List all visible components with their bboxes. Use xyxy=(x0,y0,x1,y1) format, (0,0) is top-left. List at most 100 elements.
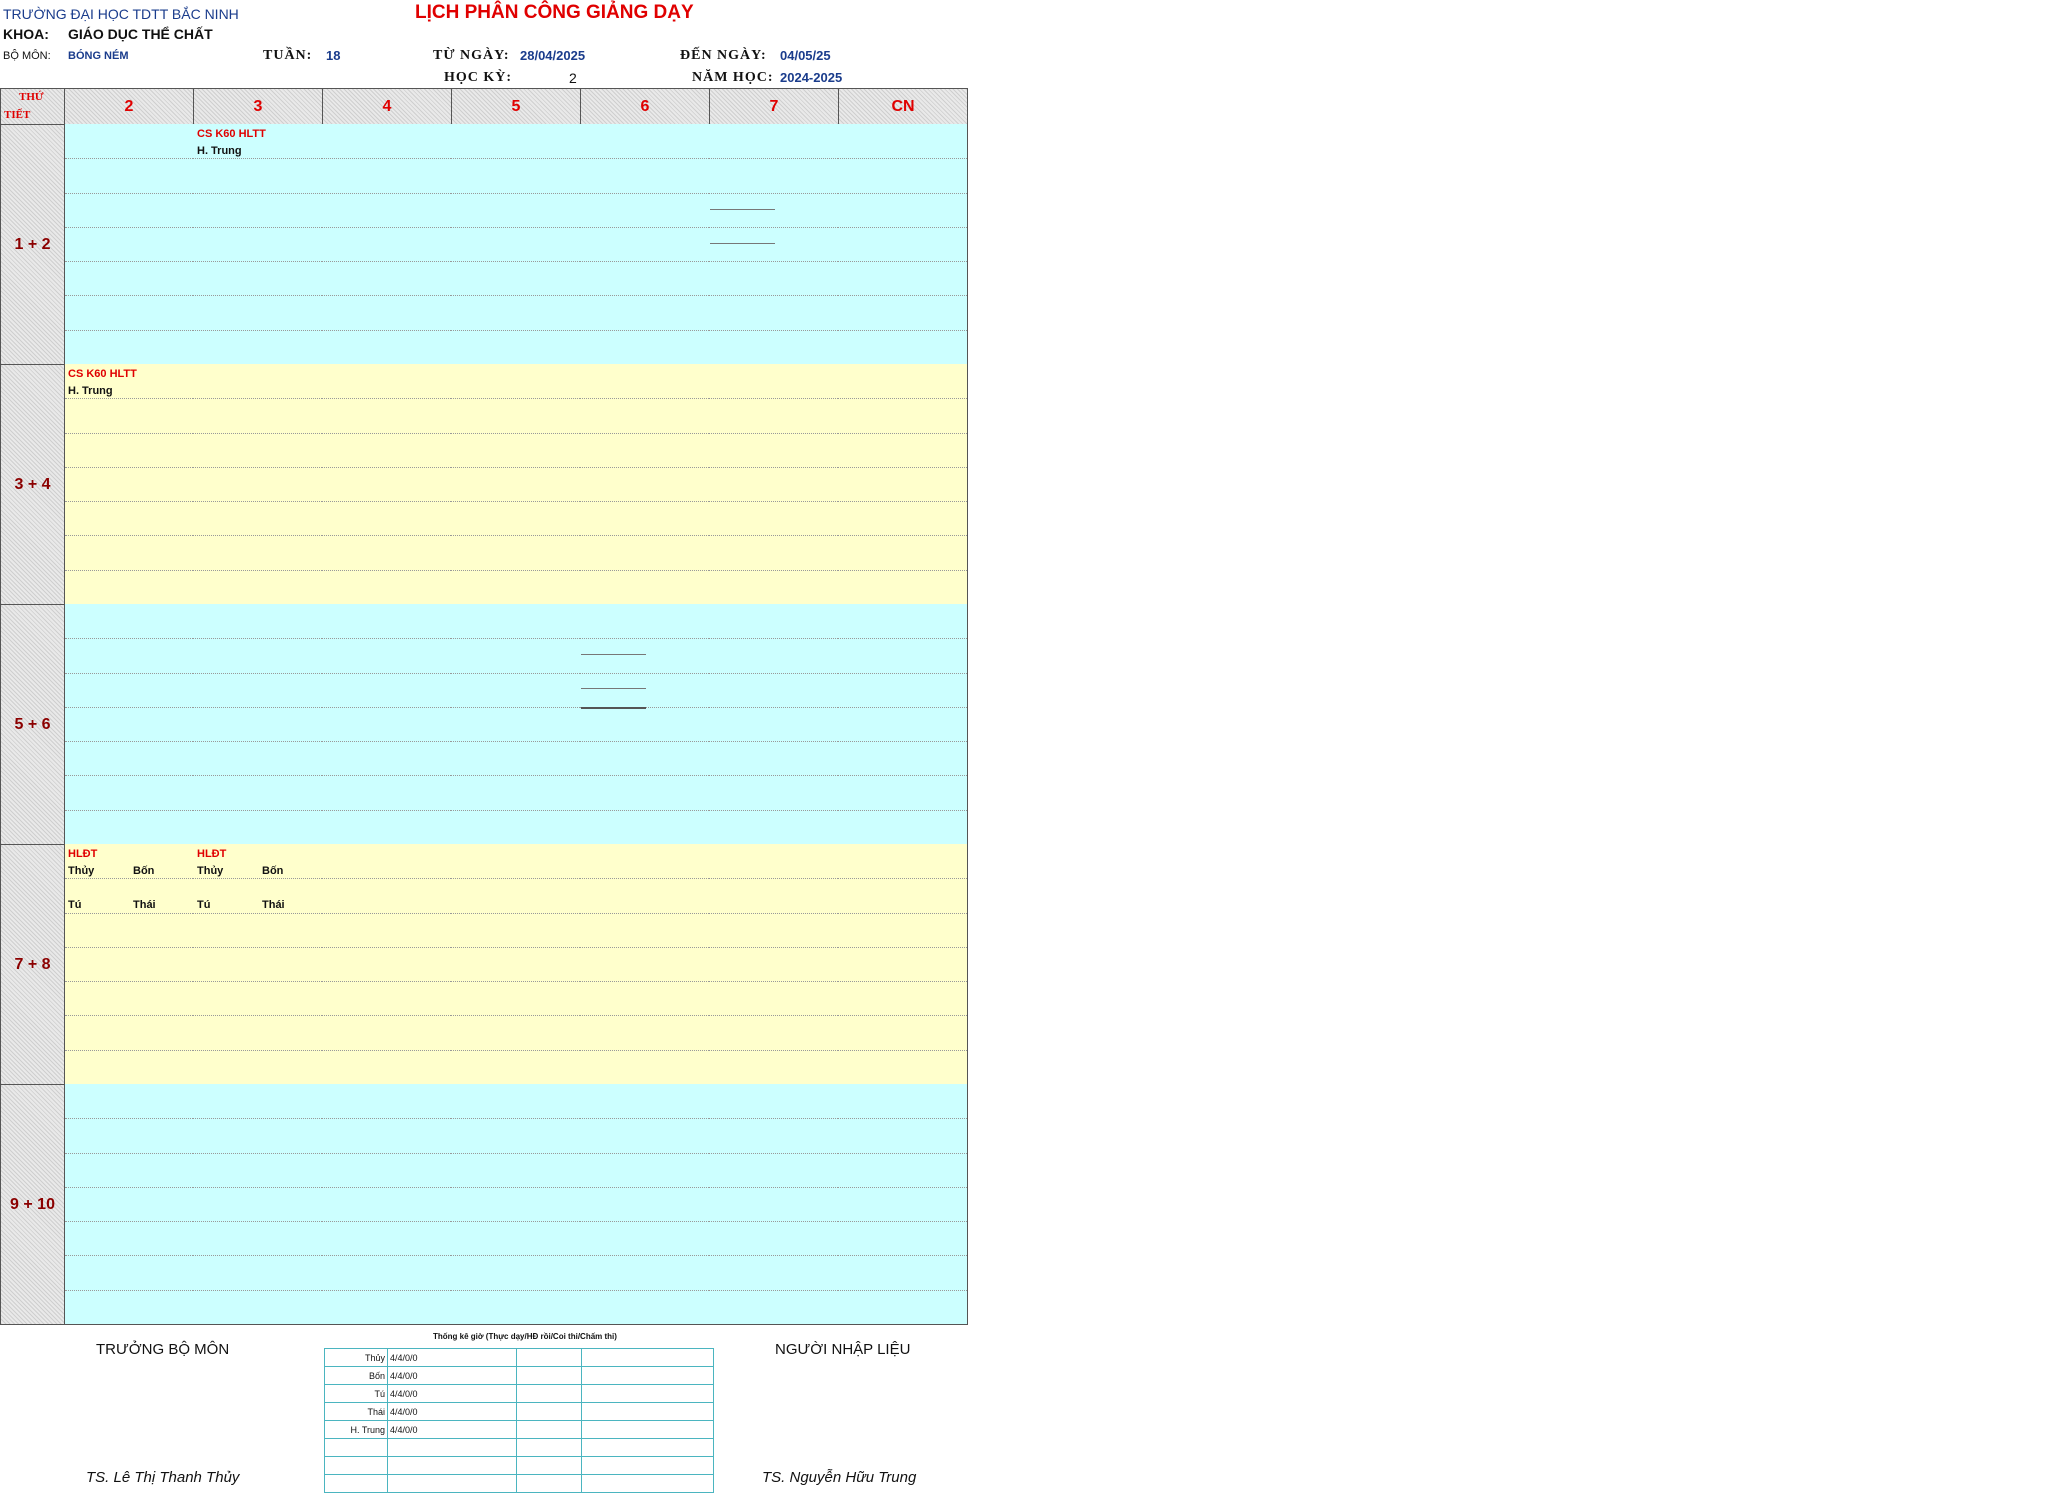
cell-subline xyxy=(580,672,709,674)
schedule-cell[interactable] xyxy=(580,364,710,605)
schedule-cell[interactable] xyxy=(64,1084,194,1325)
schedule-cell[interactable] xyxy=(709,364,839,605)
corner-cell: THỨ TIẾT xyxy=(0,88,65,125)
period-label-9-10: 9 + 10 xyxy=(0,1084,65,1325)
cell-subline xyxy=(451,672,580,674)
schedule-cell[interactable] xyxy=(838,1084,968,1325)
cell-subline xyxy=(193,1152,322,1154)
schedule-cell[interactable] xyxy=(322,1084,452,1325)
schedule-cell[interactable] xyxy=(322,844,452,1085)
schedule-cell[interactable] xyxy=(64,364,194,605)
cell-subline xyxy=(451,432,580,434)
schedule-cell[interactable] xyxy=(709,124,839,365)
cell-subline xyxy=(193,1255,322,1257)
schedule-cell[interactable] xyxy=(838,844,968,1085)
stats-name: Thủy xyxy=(324,1348,388,1367)
schedule-cell[interactable] xyxy=(451,604,581,845)
cell-subline xyxy=(838,226,967,228)
cell-subline xyxy=(580,226,709,228)
cell-subline xyxy=(580,1255,709,1257)
cell-subline xyxy=(838,809,967,811)
cell-subline xyxy=(580,261,709,263)
cell-subline xyxy=(838,1152,967,1154)
schedule-cell[interactable] xyxy=(838,364,968,605)
schedule-cell[interactable] xyxy=(451,1084,581,1325)
cell-subline xyxy=(451,535,580,537)
cell-subline xyxy=(838,1049,967,1051)
cell-subline xyxy=(65,261,193,263)
cell-subline xyxy=(451,398,580,400)
cell-subline xyxy=(451,912,580,914)
schedule-cell[interactable] xyxy=(64,844,194,1085)
cell-subline xyxy=(580,192,709,194)
schedule-cell[interactable] xyxy=(64,124,194,365)
schedule-cell[interactable] xyxy=(580,1084,710,1325)
schedule-cell[interactable] xyxy=(709,604,839,845)
cell-subline xyxy=(322,261,451,263)
cell-subline xyxy=(580,1221,709,1223)
schedule-cell[interactable] xyxy=(838,604,968,845)
stats-row: Bốn 4/4/0/0 xyxy=(324,1366,714,1385)
schedule-cell[interactable] xyxy=(193,1084,323,1325)
cell-subline xyxy=(580,1015,709,1017)
schedule-cell[interactable] xyxy=(451,124,581,365)
stats-row xyxy=(324,1474,714,1493)
schedule-cell[interactable] xyxy=(451,364,581,605)
cell-subline xyxy=(65,981,193,983)
cell-divider xyxy=(710,209,775,210)
cell-subline xyxy=(322,398,451,400)
cell-subline xyxy=(65,1221,193,1223)
schedule-cell[interactable] xyxy=(580,124,710,365)
schedule-cell[interactable] xyxy=(838,124,968,365)
hocky-value: 2 xyxy=(569,70,577,86)
schedule-cell[interactable] xyxy=(580,604,710,845)
stats-value: 4/4/0/0 xyxy=(387,1402,517,1421)
stats-name: Tú xyxy=(324,1384,388,1403)
cell-subline xyxy=(709,706,838,708)
schedule-cell[interactable] xyxy=(709,844,839,1085)
schedule-cell[interactable] xyxy=(193,604,323,845)
cell-subline xyxy=(451,809,580,811)
cell-subline xyxy=(322,501,451,503)
cell-subline xyxy=(193,398,322,400)
cell-subline xyxy=(322,981,451,983)
entry-class: CS K60 HLTT xyxy=(68,368,137,380)
schedule-cell[interactable] xyxy=(322,604,452,845)
cell-subline xyxy=(193,295,322,297)
cell-subline xyxy=(193,672,322,674)
cell-subline xyxy=(838,1221,967,1223)
cell-subline xyxy=(451,158,580,160)
entry-class: HLĐT xyxy=(68,848,98,860)
namhoc-value: 2024-2025 xyxy=(780,70,843,85)
cell-subline xyxy=(451,1221,580,1223)
cell-subline xyxy=(580,1289,709,1291)
schedule-cell[interactable] xyxy=(64,604,194,845)
cell-subline xyxy=(65,501,193,503)
schedule-cell[interactable] xyxy=(322,364,452,605)
cell-subline xyxy=(838,261,967,263)
schedule-cell[interactable] xyxy=(193,844,323,1085)
entry-teacher: H. Trung xyxy=(197,145,242,157)
tuan-label: TUẦN: xyxy=(263,48,313,63)
stats-value: 4/4/0/0 xyxy=(387,1420,517,1439)
school-name: TRƯỜNG ĐẠI HỌC TDTT BẮC NINH xyxy=(3,6,239,22)
schedule-cell[interactable] xyxy=(451,844,581,1085)
schedule-cell[interactable] xyxy=(193,364,323,605)
cell-subline xyxy=(580,809,709,811)
cell-subline xyxy=(193,192,322,194)
stats-row: Tú 4/4/0/0 xyxy=(324,1384,714,1403)
entry-teacher: Thủy xyxy=(197,865,224,877)
schedule-cell[interactable] xyxy=(580,844,710,1085)
cell-subline xyxy=(580,466,709,468)
cell-subline xyxy=(65,192,193,194)
cell-subline xyxy=(193,158,322,160)
cell-subline xyxy=(580,775,709,777)
schedule-cell[interactable] xyxy=(322,124,452,365)
cell-subline xyxy=(322,1221,451,1223)
schedule-cell[interactable] xyxy=(193,124,323,365)
cell-subline xyxy=(709,672,838,674)
cell-subline xyxy=(580,638,709,640)
schedule-cell[interactable] xyxy=(709,1084,839,1325)
cell-subline xyxy=(451,1186,580,1188)
cell-subline xyxy=(451,706,580,708)
